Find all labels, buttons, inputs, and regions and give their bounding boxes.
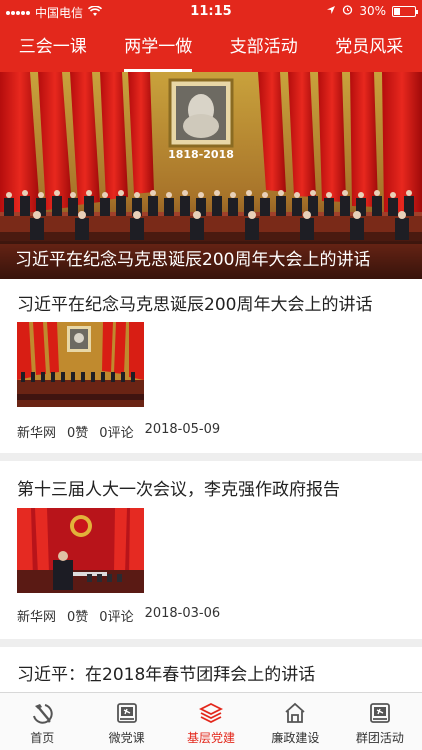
nav-label: 廉政建设 — [271, 731, 320, 745]
article-thumbnail — [17, 322, 144, 407]
house-icon — [283, 701, 307, 725]
article-meta: 新华网 0赞 0评论 2018-03-06 — [17, 606, 220, 625]
banner-years: 1818-2018 — [168, 148, 234, 161]
alarm-icon — [342, 4, 353, 18]
tab-branch-activities[interactable]: 支部活动 — [211, 22, 317, 72]
nav-integrity[interactable]: 廉政建设 — [253, 693, 337, 750]
nav-grassroots[interactable]: 基层党建 — [169, 693, 253, 750]
article-comments: 0评论 — [99, 426, 134, 441]
nav-label: 首页 — [30, 731, 55, 745]
article-source: 新华网 — [17, 426, 57, 441]
divider — [0, 453, 422, 461]
nav-label: 微党课 — [108, 731, 145, 745]
category-tabs: 三会一课 两学一做 支部活动 党员风采 — [0, 22, 422, 72]
article-title: 第十三届人大一次会议，李克强作政府报告 — [17, 480, 340, 500]
battery-percent: 30% — [359, 4, 386, 18]
hero-banner[interactable]: 1818-2018 习近平在纪念马克思诞辰200周年大会上的讲话 — [0, 72, 422, 279]
book-icon — [115, 701, 139, 725]
article-source: 新华网 — [17, 610, 57, 625]
location-arrow-icon — [326, 4, 336, 18]
divider — [0, 639, 422, 647]
article-date: 2018-05-09 — [144, 422, 221, 437]
article-comments: 0评论 — [99, 610, 134, 625]
article-likes: 0赞 — [67, 610, 89, 625]
article-title: 习近平：在2018年春节团拜会上的讲话 — [17, 665, 316, 685]
tab-three-meetings[interactable]: 三会一课 — [0, 22, 106, 72]
battery-level — [394, 7, 400, 15]
nav-micro-lesson[interactable]: 微党课 — [84, 693, 168, 750]
article-title: 习近平在纪念马克思诞辰200周年大会上的讲话 — [17, 295, 373, 315]
list-item[interactable]: 习近平在纪念马克思诞辰200周年大会上的讲话 新华网 0赞 0评论 2018-0… — [0, 279, 422, 453]
battery-icon — [392, 5, 418, 17]
list-item[interactable]: 习近平：在2018年春节团拜会上的讲话 — [0, 647, 422, 692]
nav-home[interactable]: 首页 — [0, 693, 84, 750]
list-item[interactable]: 第十三届人大一次会议，李克强作政府报告 新华网 0赞 0评论 2018-03-0… — [0, 461, 422, 639]
tab-two-studies[interactable]: 两学一做 — [106, 22, 212, 72]
hero-caption: 习近平在纪念马克思诞辰200周年大会上的讲话 — [0, 241, 422, 279]
hammer-sickle-icon — [30, 701, 54, 725]
article-meta: 新华网 0赞 0评论 2018-05-09 — [17, 422, 220, 441]
tab-member-showcase[interactable]: 党员风采 — [317, 22, 422, 72]
layers-icon — [199, 701, 224, 725]
bottom-nav: 首页 微党课 基层党建 廉政建设 群团活动 — [0, 692, 422, 750]
status-bar: 中国电信 11:15 30% — [0, 0, 422, 22]
article-date: 2018-03-06 — [144, 606, 221, 621]
nav-label: 基层党建 — [187, 731, 236, 745]
nav-group-activities[interactable]: 群团活动 — [338, 693, 422, 750]
nav-label: 群团活动 — [355, 731, 404, 745]
article-likes: 0赞 — [67, 426, 89, 441]
book-icon — [368, 701, 392, 725]
article-thumbnail — [17, 508, 144, 593]
